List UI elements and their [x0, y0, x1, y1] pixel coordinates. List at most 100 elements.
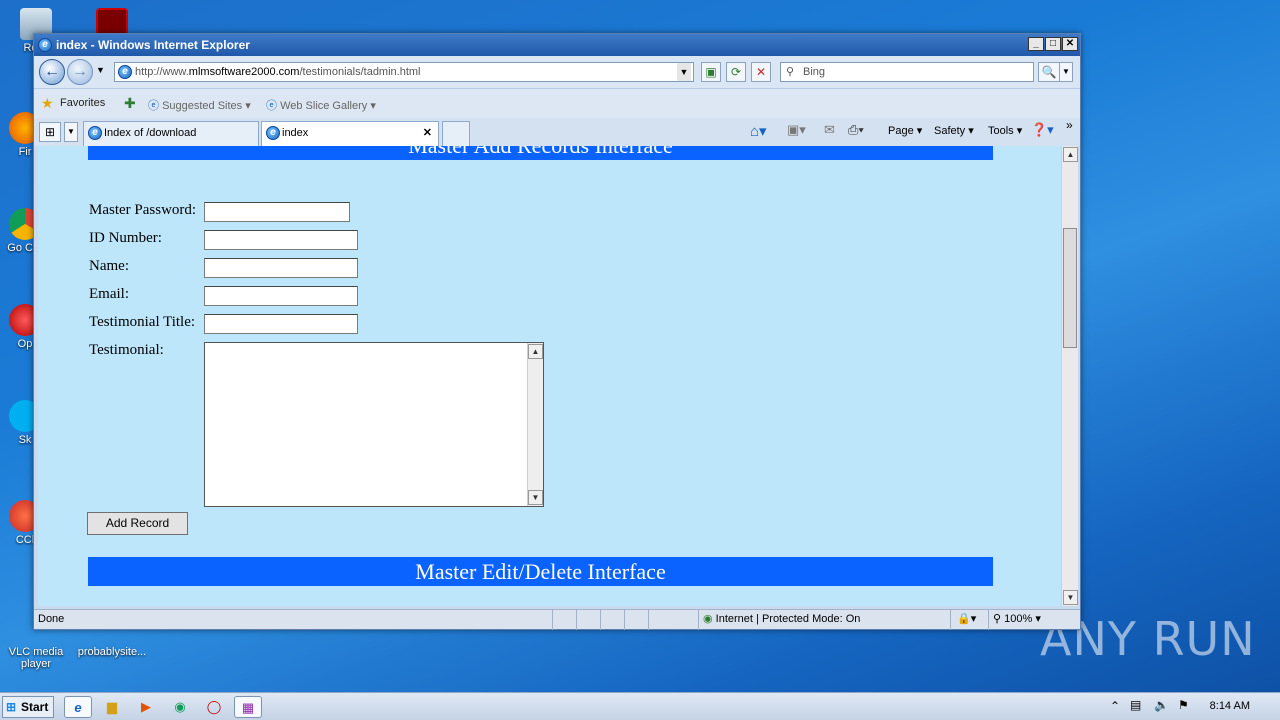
back-button[interactable]: ←: [39, 59, 65, 85]
tab-close-icon[interactable]: ✕: [423, 122, 432, 144]
ie-icon: e: [38, 38, 52, 52]
window-controls: _ □ ✕: [1028, 37, 1078, 51]
tab-list-button[interactable]: ▼: [64, 122, 78, 142]
taskbar-media-player-icon[interactable]: ▶: [132, 696, 160, 718]
taskbar: ⊞ Start e ▆ ▶ ◉ ◯ ▦ ⌃ ▤ 🔈 ⚑ 8:14 AM: [0, 692, 1280, 720]
toolbar-overflow-icon[interactable]: »: [1066, 118, 1073, 132]
desktop-icon-vlc[interactable]: VLC media player: [4, 630, 68, 670]
protected-mode-button[interactable]: 🔒▾: [950, 610, 986, 630]
tray-expand-icon[interactable]: ⌃: [1110, 699, 1120, 713]
name-label: Name:: [89, 258, 129, 274]
tab-label: index: [282, 127, 309, 139]
scroll-up-icon[interactable]: ▲: [528, 344, 543, 359]
tools-menu[interactable]: Tools ▾: [988, 124, 1022, 137]
web-slice-gallery-link[interactable]: ⓔ Web Slice Gallery ▾: [266, 97, 376, 113]
security-zone-label: Internet | Protected Mode: On: [715, 613, 861, 625]
taskbar-explorer-icon[interactable]: ▆: [98, 696, 126, 718]
zoom-level: 100%: [1004, 613, 1033, 625]
page-menu-label: Page: [888, 125, 914, 137]
suggested-sites-link[interactable]: ⓔ Suggested Sites ▾: [148, 97, 251, 113]
tab-label: Index of /download: [104, 127, 197, 139]
id-number-label: ID Number:: [89, 230, 162, 246]
edit-delete-banner: Master Edit/Delete Interface: [88, 557, 993, 586]
read-mail-icon[interactable]: ✉: [824, 122, 835, 138]
tray-network-icon[interactable]: ▤: [1130, 698, 1141, 712]
zoom-control[interactable]: ⚲ 100% ▾: [988, 610, 1062, 630]
testimonial-title-label: Testimonial Title:: [89, 314, 196, 330]
start-button[interactable]: ⊞ Start: [2, 696, 54, 718]
address-bar-row: ← → ▼ e http://www.mlmsoftware2000.com/t…: [34, 56, 1080, 88]
close-button[interactable]: ✕: [1062, 37, 1078, 51]
scroll-down-icon[interactable]: ▼: [528, 490, 543, 505]
page-scroll-down-icon[interactable]: ▼: [1063, 590, 1078, 605]
refresh-button[interactable]: ⟳: [726, 62, 746, 82]
zoom-icon: ⚲: [993, 613, 1002, 625]
tab-page-icon: e: [266, 126, 280, 140]
minimize-button[interactable]: _: [1028, 37, 1044, 51]
start-label: Start: [21, 700, 49, 714]
favorites-bar: ★ Favorites ✚ ⓔ Suggested Sites ▾ ⓔ Web …: [34, 88, 1080, 118]
testimonial-textarea[interactable]: ▲ ▼: [204, 342, 544, 507]
forward-button[interactable]: →: [67, 59, 93, 85]
name-field[interactable]: [204, 258, 358, 278]
taskbar-winrar-icon[interactable]: ▦: [234, 696, 262, 718]
ie-page-icon: ⓔ: [266, 100, 277, 112]
ie-window: e index - Windows Internet Explorer _ □ …: [33, 33, 1081, 630]
address-dropdown-icon[interactable]: ▼: [677, 63, 691, 81]
ie-page-icon: ⓔ: [148, 100, 159, 112]
page-scroll-up-icon[interactable]: ▲: [1063, 147, 1078, 162]
testimonial-title-field[interactable]: [204, 314, 358, 334]
safety-menu-label: Safety: [934, 125, 966, 137]
title-bar[interactable]: e index - Windows Internet Explorer _ □ …: [34, 34, 1080, 56]
security-zone[interactable]: ◉ Internet | Protected Mode: On: [698, 610, 950, 630]
url-prefix: http://www.: [135, 66, 189, 78]
stop-button[interactable]: ✕: [751, 62, 771, 82]
id-number-field[interactable]: [204, 230, 358, 250]
status-cell: [576, 610, 600, 630]
status-cell: [600, 610, 624, 630]
tab-index[interactable]: e index ✕: [261, 121, 439, 146]
clock[interactable]: 8:14 AM: [1210, 700, 1250, 712]
status-cell: [624, 610, 648, 630]
web-slice-gallery-label: Web Slice Gallery: [280, 100, 368, 112]
add-record-button[interactable]: Add Record: [87, 512, 188, 535]
new-tab-button[interactable]: [442, 121, 470, 146]
search-input[interactable]: ⚲ Bing: [780, 62, 1034, 82]
page-content: Master Add Records Interface Master Pass…: [38, 146, 1061, 606]
page-icon: e: [118, 65, 132, 79]
add-records-banner: Master Add Records Interface: [88, 146, 993, 160]
safety-menu[interactable]: Safety ▾: [934, 124, 974, 137]
testimonial-label: Testimonial:: [89, 342, 164, 358]
tools-menu-label: Tools: [988, 125, 1014, 137]
favorites-button[interactable]: Favorites: [60, 97, 105, 109]
maximize-button[interactable]: □: [1045, 37, 1061, 51]
desktop-icon-probablysite[interactable]: probablysite...: [74, 630, 150, 658]
history-dropdown-icon[interactable]: ▼: [96, 65, 105, 75]
quick-tabs-button[interactable]: ⊞: [39, 122, 61, 142]
desktop-icon-label: VLC media player: [8, 646, 64, 670]
email-label: Email:: [89, 286, 129, 302]
search-options-button[interactable]: ▼: [1059, 62, 1073, 82]
taskbar-ie-button[interactable]: e: [64, 696, 92, 718]
suggested-sites-label: Suggested Sites: [162, 100, 243, 112]
taskbar-opera-icon[interactable]: ◯: [200, 696, 228, 718]
print-icon[interactable]: ⎙▾: [848, 122, 864, 138]
tab-index-of-download[interactable]: e Index of /download: [83, 121, 259, 146]
email-field[interactable]: [204, 286, 358, 306]
home-icon[interactable]: ⌂▾: [750, 122, 767, 140]
search-button[interactable]: 🔍: [1038, 62, 1060, 82]
page-menu[interactable]: Page ▾: [888, 124, 922, 137]
address-input[interactable]: e http://www.mlmsoftware2000.com/testimo…: [114, 62, 694, 82]
master-password-field[interactable]: [204, 202, 350, 222]
page-scrollbar[interactable]: ▲ ▼: [1061, 146, 1078, 606]
taskbar-chrome-icon[interactable]: ◉: [166, 696, 194, 718]
compatibility-view-button[interactable]: ▣: [701, 62, 721, 82]
tray-action-center-icon[interactable]: ⚑: [1178, 698, 1189, 712]
feeds-icon[interactable]: ▣▾: [787, 122, 806, 138]
help-icon[interactable]: ❓▾: [1031, 122, 1054, 138]
textarea-scrollbar[interactable]: ▲ ▼: [527, 343, 543, 506]
page-scroll-thumb[interactable]: [1063, 228, 1077, 348]
tray-volume-icon[interactable]: 🔈: [1154, 698, 1169, 712]
status-cell: [552, 610, 576, 630]
add-to-favorites-icon[interactable]: ✚: [124, 95, 136, 112]
